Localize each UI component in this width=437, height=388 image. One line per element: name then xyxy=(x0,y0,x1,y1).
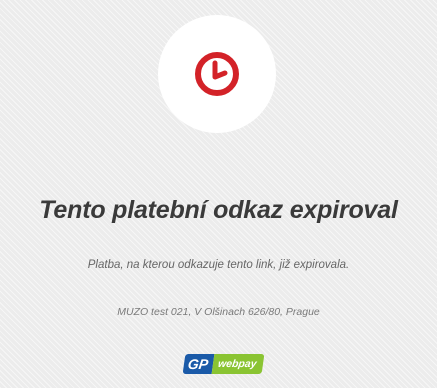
payment-expired-page: Tento platební odkaz expiroval Platba, n… xyxy=(0,0,437,388)
gp-webpay-logo: GP webpay xyxy=(182,354,265,374)
gp-logo-text: GP xyxy=(182,354,215,374)
status-icon-circle xyxy=(158,15,276,133)
expired-clock-icon xyxy=(195,52,239,96)
expired-message: Platba, na kterou odkazuje tento link, j… xyxy=(87,259,350,271)
merchant-info: MUZO test 021, V Olšinach 626/80, Prague xyxy=(117,306,320,318)
webpay-logo-text: webpay xyxy=(211,354,265,374)
page-title: Tento platební odkaz expiroval xyxy=(39,196,398,224)
